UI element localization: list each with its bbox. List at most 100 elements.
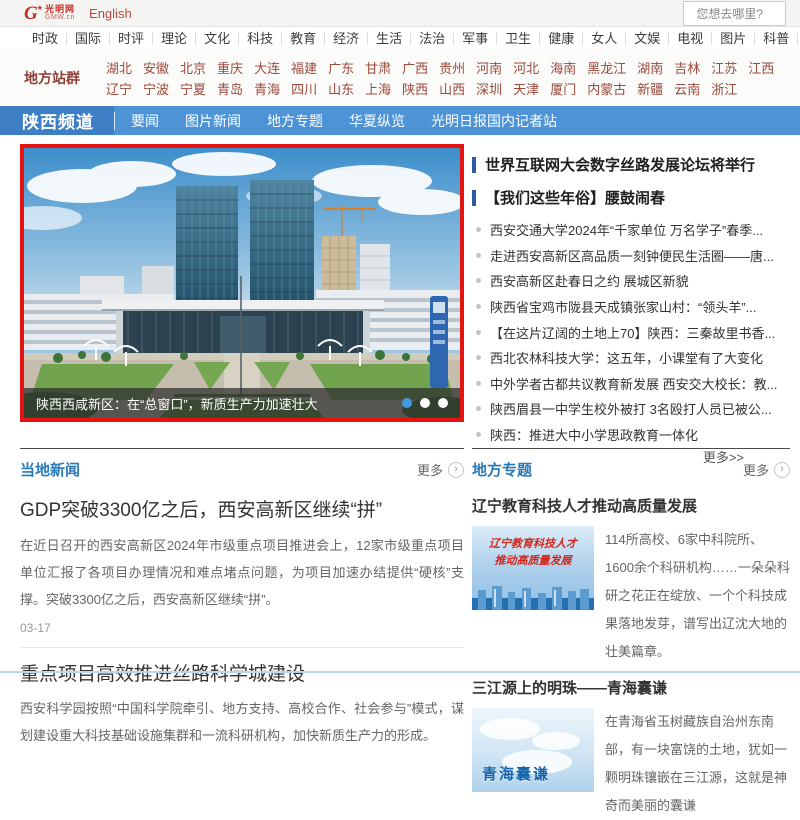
headline-item-text: 陕西省宝鸡市陇县天成镇张家山村：“领头羊”... <box>490 297 757 316</box>
region-link[interactable]: 山西 <box>439 79 465 98</box>
region-link[interactable]: 大连 <box>254 58 280 77</box>
region-link[interactable]: 青海 <box>254 79 280 98</box>
region-link[interactable]: 重庆 <box>217 58 243 77</box>
more-arrow-icon: › <box>774 462 790 478</box>
region-link[interactable]: 新疆 <box>637 79 663 98</box>
region-link[interactable]: 河北 <box>513 58 539 77</box>
thumb-text-line1: 辽宁教育科技人才 <box>472 536 594 553</box>
region-link[interactable]: 海南 <box>550 58 576 77</box>
headline-item[interactable]: 中外学者古都共议教育新发展 西安交大校长：教... <box>472 371 790 397</box>
region-link[interactable]: 宁夏 <box>180 79 206 98</box>
featured-headlines: 世界互联网大会数字丝路发展论坛将举行 【我们这些年俗】腰鼓闹春 <box>472 148 790 214</box>
more-label: 更多 <box>417 460 443 479</box>
region-link[interactable]: 黑龙江 <box>587 58 626 77</box>
headline-item[interactable]: 陕西：推进大中小学思政教育一体化 <box>472 422 790 448</box>
main-nav-item[interactable]: 经济 <box>325 32 368 45</box>
region-link[interactable]: 甘肃 <box>365 58 391 77</box>
main-nav-item[interactable]: 卫生 <box>497 32 540 45</box>
region-link[interactable]: 湖北 <box>106 58 132 77</box>
region-link[interactable]: 江西 <box>748 58 774 77</box>
main-nav-item[interactable]: 图片 <box>712 32 755 45</box>
headline-item[interactable]: 西安交通大学2024年“千家单位 万名学子”春季... <box>472 217 790 243</box>
region-link[interactable]: 厦门 <box>550 79 576 98</box>
region-link[interactable]: 江苏 <box>711 58 737 77</box>
main-nav-item[interactable]: 理论 <box>153 32 196 45</box>
local-topics-title[interactable]: 地方专题 <box>472 459 532 480</box>
carousel-caption[interactable]: 陕西西咸新区：在“总窗口”，新质生产力加速壮大 <box>36 394 402 413</box>
main-nav-item[interactable]: 教育 <box>282 32 325 45</box>
region-stations: 地方站群 湖北安徽北京重庆大连福建广东甘肃广西贵州河南河北海南黑龙江湖南吉林江苏… <box>0 49 800 106</box>
news-article-title[interactable]: 重点项目高效推进丝路科学城建设 <box>20 662 464 688</box>
headline-item[interactable]: 西安高新区赴春日之约 展城区新貌 <box>472 268 790 294</box>
channel-nav-item[interactable]: 要闻 <box>131 111 159 131</box>
channel-nav-item[interactable]: 地方专题 <box>267 111 323 131</box>
channel-nav-item[interactable]: 华夏纵览 <box>349 111 405 131</box>
headline-item[interactable]: 陕西眉县一中学生校外被打 3名殴打人员已被公... <box>472 396 790 422</box>
main-nav-item[interactable]: 电视 <box>669 32 712 45</box>
site-navigator-select[interactable]: 您想去哪里? <box>683 1 786 26</box>
region-link[interactable]: 福建 <box>291 58 317 77</box>
region-link[interactable]: 吉林 <box>674 58 700 77</box>
main-nav-item[interactable]: 时评 <box>110 32 153 45</box>
main-nav-item[interactable]: 国际 <box>67 32 110 45</box>
channel-nav-item[interactable]: 图片新闻 <box>185 111 241 131</box>
headline-item[interactable]: 陕西省宝鸡市陇县天成镇张家山村：“领头羊”... <box>472 294 790 320</box>
main-nav-item[interactable]: 科技 <box>239 32 282 45</box>
region-link[interactable]: 浙江 <box>711 79 737 98</box>
gmw-logo[interactable]: G ★ 光明网 GMW.cn <box>24 4 75 23</box>
local-topics-more[interactable]: 更多 › <box>743 460 790 479</box>
photo-carousel[interactable]: 陕西西咸新区：在“总窗口”，新质生产力加速壮大 <box>20 144 464 422</box>
carousel-dot-1[interactable] <box>402 398 412 408</box>
featured-headline[interactable]: 【我们这些年俗】腰鼓闹春 <box>472 181 790 214</box>
main-nav-list: 时政 国际 时评 理论 文化 科技 教育 经济 生活 法治 军事 卫生 健康 女… <box>24 32 776 45</box>
region-link[interactable]: 贵州 <box>439 58 465 77</box>
topic-thumbnail-liaoning[interactable]: 辽宁教育科技人才 推动高质量发展 <box>472 526 594 610</box>
region-link[interactable]: 湖南 <box>637 58 663 77</box>
news-article-title[interactable]: GDP突破3300亿之后，西安高新区继续“拼” <box>20 498 464 524</box>
main-nav-item[interactable]: 军事 <box>454 32 497 45</box>
region-link[interactable]: 陕西 <box>402 79 428 98</box>
region-link[interactable]: 山东 <box>328 79 354 98</box>
headline-item[interactable]: 西北农林科技大学：这五年，小课堂有了大变化 <box>472 345 790 371</box>
region-link[interactable]: 青岛 <box>217 79 243 98</box>
headline-item[interactable]: 【在这片辽阔的土地上70】陕西：三秦故里书香... <box>472 319 790 345</box>
featured-headline[interactable]: 世界互联网大会数字丝路发展论坛将举行 <box>472 148 790 181</box>
topic-article-title[interactable]: 辽宁教育科技人才推动高质量发展 <box>472 495 790 516</box>
headline-item[interactable]: 走进西安高新区高品质一刻钟便民生活圈——唐... <box>472 243 790 269</box>
main-nav-item[interactable]: 时政 <box>24 32 67 45</box>
region-link[interactable]: 辽宁 <box>106 79 132 98</box>
local-news-title[interactable]: 当地新闻 <box>20 459 80 480</box>
topic-article-title[interactable]: 三江源上的明珠——青海囊谦 <box>472 677 790 698</box>
region-link[interactable]: 宁波 <box>143 79 169 98</box>
region-link[interactable]: 广西 <box>402 58 428 77</box>
top-bar: G ★ 光明网 GMW.cn English 您想去哪里? <box>0 0 800 27</box>
topic-thumbnail-qinghai[interactable]: 青海囊谦 <box>472 708 594 792</box>
region-link[interactable]: 内蒙古 <box>587 79 626 98</box>
main-nav-item[interactable]: 女人 <box>583 32 626 45</box>
main-nav-item[interactable]: 法治 <box>411 32 454 45</box>
main-nav-item[interactable]: 文娱 <box>626 32 669 45</box>
region-link[interactable]: 安徽 <box>143 58 169 77</box>
region-link[interactable]: 北京 <box>180 58 206 77</box>
channel-nav-item[interactable]: 光明日报国内记者站 <box>431 111 557 131</box>
region-link[interactable]: 广东 <box>328 58 354 77</box>
bullet-icon <box>476 227 481 232</box>
local-news-more[interactable]: 更多 › <box>417 460 464 479</box>
region-link[interactable]: 云南 <box>674 79 700 98</box>
region-link[interactable]: 天津 <box>513 79 539 98</box>
carousel-dot-3[interactable] <box>438 398 448 408</box>
region-link[interactable]: 深圳 <box>476 79 502 98</box>
channel-bar: 陕西频道 要闻 图片新闻 地方专题 华夏纵览 光明日报国内记者站 <box>0 106 800 135</box>
english-link[interactable]: English <box>89 6 132 21</box>
channel-title[interactable]: 陕西频道 <box>22 108 94 133</box>
main-nav-item[interactable]: 文化 <box>196 32 239 45</box>
main-nav-item[interactable]: 健康 <box>540 32 583 45</box>
carousel-dot-2[interactable] <box>420 398 430 408</box>
region-link[interactable]: 河南 <box>476 58 502 77</box>
headline-item-text: 中外学者古都共议教育新发展 西安交大校长：教... <box>490 374 777 393</box>
region-link[interactable]: 四川 <box>291 79 317 98</box>
news-article-body: 西安科学园按照“中国科学院牵引、地方支持、高校合作、社会参与”模式，谋划建设重大… <box>20 695 464 749</box>
main-nav-item[interactable]: 科普 <box>755 32 798 45</box>
region-link[interactable]: 上海 <box>365 79 391 98</box>
main-nav-item[interactable]: 生活 <box>368 32 411 45</box>
